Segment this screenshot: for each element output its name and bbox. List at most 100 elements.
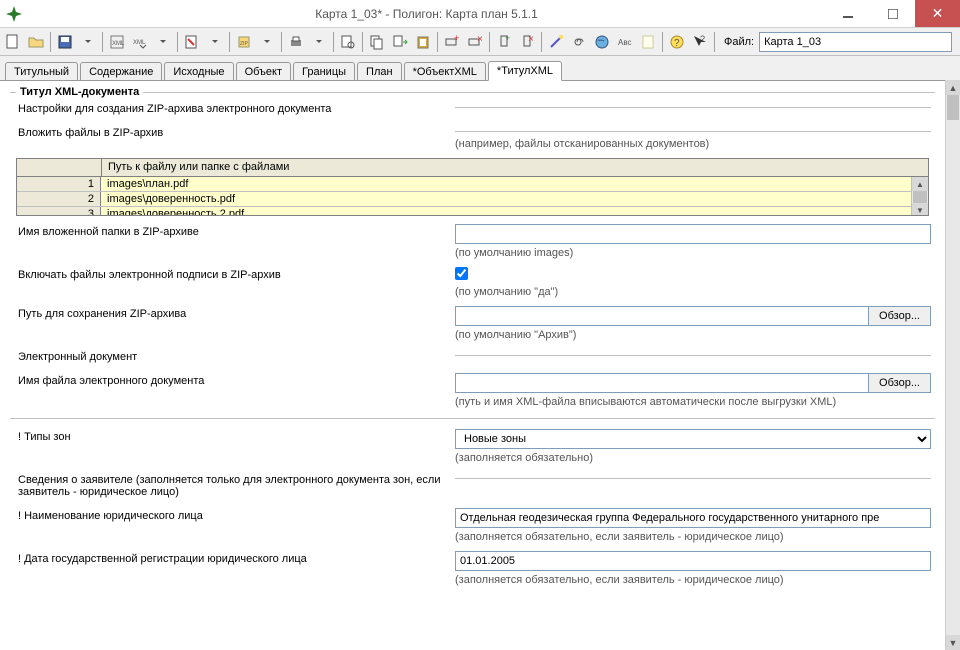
legal-name-hint: (заполняется обязательно, если заявитель… [455, 531, 931, 543]
row-delete-icon[interactable]: × [464, 31, 486, 53]
tab-borders[interactable]: Границы [293, 62, 355, 81]
copy-move-icon[interactable] [389, 31, 411, 53]
include-sig-hint: (по умолчанию "да") [455, 286, 931, 298]
save-dropdown-icon[interactable] [77, 31, 99, 53]
legal-name-input[interactable] [455, 508, 931, 528]
help-icon[interactable]: ? [666, 31, 688, 53]
folder-name-label: Имя вложенной папки в ZIP-архиве [10, 224, 455, 240]
row-number[interactable]: 2 [17, 192, 101, 206]
include-sig-label: Включать файлы электронной подписи в ZIP… [10, 267, 455, 283]
include-sig-checkbox[interactable] [455, 267, 468, 280]
col-delete-icon[interactable]: × [516, 31, 538, 53]
svg-text:×: × [477, 34, 483, 45]
zone-types-hint: (заполняется обязательно) [455, 452, 931, 464]
xml-dropdown-icon[interactable] [152, 31, 174, 53]
edit-red-icon[interactable] [181, 31, 203, 53]
save-path-input[interactable] [455, 306, 868, 326]
zone-types-label: ! Типы зон [10, 429, 455, 445]
content-area: Титул XML-документа Настройки для создан… [5, 81, 940, 650]
tab-objectxml[interactable]: *ОбъектXML [404, 62, 486, 81]
zone-types-select[interactable]: Новые зоны [455, 429, 931, 449]
include-files-hint: (например, файлы отсканированных докумен… [455, 138, 931, 150]
titlebar: Карта 1_03* - Полигон: Карта план 5.1.1 … [0, 0, 960, 28]
col-add-icon[interactable]: + [493, 31, 515, 53]
scroll-down-icon[interactable]: ▼ [946, 635, 960, 650]
svg-text:XML: XML [133, 40, 146, 46]
edoc-name-label: Имя файла электронного документа [10, 373, 455, 389]
tab-titlexml[interactable]: *ТитулXML [488, 61, 562, 81]
fieldset-title: Титул XML-документа [16, 86, 143, 98]
svg-text:+: + [454, 34, 459, 43]
edoc-label: Электронный документ [10, 349, 455, 365]
files-grid[interactable]: Путь к файлу или папке с файлами 1 image… [16, 158, 929, 216]
maximize-button[interactable] [870, 0, 915, 27]
app-icon [6, 6, 22, 22]
file-label: Файл: [724, 36, 754, 48]
xml-export-icon[interactable]: XML [106, 31, 128, 53]
new-icon[interactable] [2, 31, 24, 53]
scroll-thumb[interactable] [913, 191, 927, 203]
row-add-icon[interactable]: + [441, 31, 463, 53]
open-icon[interactable] [25, 31, 47, 53]
edit-dropdown-icon[interactable] [204, 31, 226, 53]
tab-plan[interactable]: План [357, 62, 402, 81]
globe-icon[interactable] [591, 31, 613, 53]
legal-name-label: ! Наименование юридического лица [10, 508, 455, 524]
svg-text:Авс: Авс [618, 38, 632, 47]
svg-text:XML: XML [112, 41, 125, 47]
table-row: 3 images\доверенность 2.pdf [17, 207, 911, 216]
edoc-name-input[interactable] [455, 373, 868, 393]
link-icon[interactable] [568, 31, 590, 53]
folder-name-hint: (по умолчанию images) [455, 247, 931, 259]
folder-name-input[interactable] [455, 224, 931, 244]
copy-icon[interactable] [366, 31, 388, 53]
scroll-thumb[interactable] [947, 95, 959, 120]
xml-import-icon[interactable]: XML [129, 31, 151, 53]
print-dropdown-icon[interactable] [308, 31, 330, 53]
tab-source[interactable]: Исходные [164, 62, 233, 81]
scroll-down-icon[interactable]: ▼ [912, 203, 928, 216]
save-path-label: Путь для сохранения ZIP-архива [10, 306, 455, 322]
zip-settings-label: Настройки для создания ZIP-архива электр… [10, 101, 455, 117]
context-help-icon[interactable]: ? [689, 31, 711, 53]
svg-text:?: ? [700, 34, 705, 44]
grid-header-path: Путь к файлу или папке с файлами [102, 159, 928, 176]
wand-icon[interactable] [545, 31, 567, 53]
save-path-hint: (по умолчанию "Архив") [455, 329, 931, 341]
row-path[interactable]: images\план.pdf [101, 177, 911, 191]
tab-toc[interactable]: Содержание [80, 62, 162, 81]
zip-dropdown-icon[interactable] [256, 31, 278, 53]
svg-text:ZIP: ZIP [240, 41, 248, 47]
text-abc-icon[interactable]: Авс [614, 31, 636, 53]
row-number[interactable]: 1 [17, 177, 101, 191]
svg-text:+: + [505, 34, 510, 43]
reg-date-hint: (заполняется обязательно, если заявитель… [455, 574, 931, 586]
tab-object[interactable]: Объект [236, 62, 291, 81]
toolbar: XML XML ZIP + × + × Авс ? ? Файл: [0, 28, 960, 56]
preview-icon[interactable] [337, 31, 359, 53]
row-path[interactable]: images\доверенность 2.pdf [101, 207, 911, 216]
tab-bar: Титульный Содержание Исходные Объект Гра… [0, 56, 960, 80]
close-button[interactable]: ✕ [915, 0, 960, 27]
print-icon[interactable] [285, 31, 307, 53]
scroll-up-icon[interactable]: ▲ [946, 80, 960, 95]
zip-icon[interactable]: ZIP [233, 31, 255, 53]
minimize-button[interactable] [825, 0, 870, 27]
grid-scrollbar[interactable]: ▲ ▼ [911, 177, 928, 216]
svg-text:?: ? [674, 38, 680, 49]
grid-corner [17, 159, 102, 176]
svg-text:×: × [528, 34, 534, 45]
browse-button[interactable]: Обзор... [868, 306, 931, 326]
note-icon[interactable] [637, 31, 659, 53]
reg-date-input[interactable] [455, 551, 931, 571]
file-field[interactable] [759, 32, 952, 52]
outer-scrollbar[interactable]: ▲ ▼ [945, 80, 960, 650]
browse-button[interactable]: Обзор... [868, 373, 931, 393]
scroll-up-icon[interactable]: ▲ [912, 177, 928, 191]
row-number[interactable]: 3 [17, 207, 101, 216]
paste-icon[interactable] [412, 31, 434, 53]
edoc-name-hint: (путь и имя XML-файла вписываются автома… [455, 396, 931, 408]
save-icon[interactable] [54, 31, 76, 53]
row-path[interactable]: images\доверенность.pdf [101, 192, 911, 206]
tab-title[interactable]: Титульный [5, 62, 78, 81]
